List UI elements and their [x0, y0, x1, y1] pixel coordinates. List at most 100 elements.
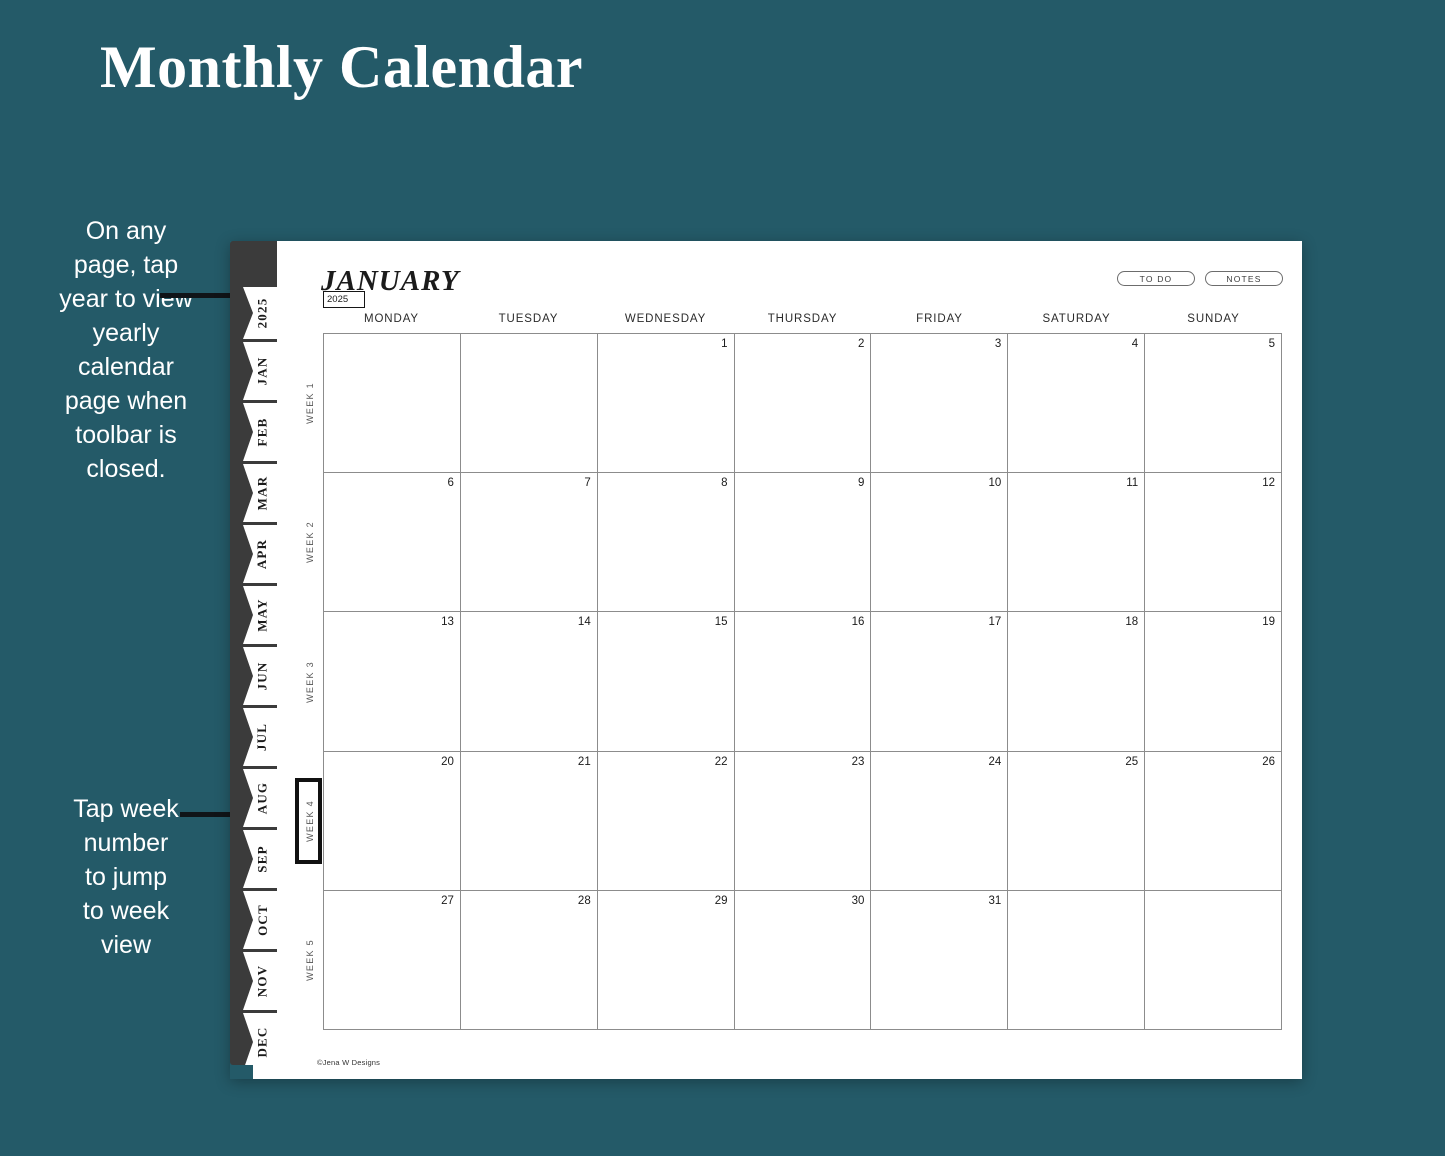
date-number: 8 — [721, 477, 728, 490]
calendar-day-cell[interactable]: 30 — [735, 890, 872, 1030]
month-tab-mar[interactable]: MAR — [243, 464, 277, 522]
date-number: 6 — [447, 477, 454, 490]
calendar-day-cell[interactable]: 11 — [1008, 473, 1146, 612]
calendar-day-cell[interactable]: 7 — [461, 473, 598, 612]
header-button-notes[interactable]: NOTES — [1205, 271, 1283, 286]
calendar-day-cell[interactable]: 28 — [461, 890, 598, 1030]
calendar-week-row: 1 2 3 4 5 — [324, 334, 1283, 474]
week-number-button-1[interactable]: WEEK 1 — [298, 333, 322, 472]
date-number: 5 — [1268, 338, 1276, 350]
month-tab-label: JUL — [254, 722, 270, 752]
date-number: 20 — [441, 755, 454, 768]
week-number-button-5[interactable]: WEEK 5 — [298, 891, 322, 1030]
calendar-day-cell[interactable]: 12 — [1145, 473, 1283, 612]
week-number-label: WEEK 3 — [305, 660, 315, 703]
calendar-day-cell[interactable]: 5 — [1145, 334, 1283, 473]
week-number-button-3[interactable]: WEEK 3 — [298, 612, 322, 751]
week-number-label: WEEK 2 — [305, 521, 315, 564]
month-tab-jun[interactable]: JUN — [243, 647, 277, 705]
calendar-day-cell[interactable]: 31 — [871, 890, 1009, 1030]
calendar-day-cell[interactable]: 8 — [598, 473, 735, 612]
month-tab-nov[interactable]: NOV — [243, 952, 277, 1010]
week-number-button-2[interactable]: WEEK 2 — [298, 472, 322, 611]
calendar-day-cell[interactable]: 13 — [324, 612, 461, 751]
month-tab-list: 2025 JAN FEB MAR APR MAY JUN JUL AUG SEP OCT NOV DEC — [243, 287, 277, 1065]
calendar-week-row: 13 14 15 16 17 18 19 — [324, 612, 1283, 752]
calendar-day-cell[interactable] — [461, 334, 598, 473]
calendar-day-cell[interactable]: 15 — [598, 612, 735, 751]
calendar-day-cell[interactable]: 27 — [324, 890, 461, 1030]
calendar-day-cell[interactable]: 6 — [324, 473, 461, 612]
weekday-header-sunday: SUNDAY — [1187, 313, 1240, 325]
weekday-header-monday: MONDAY — [363, 313, 420, 325]
calendar-day-cell[interactable]: 20 — [324, 751, 461, 890]
date-number: 1 — [721, 338, 728, 350]
annotation-week-tap: Tap week number to jump to week view — [73, 795, 179, 959]
calendar-day-cell[interactable]: 9 — [735, 473, 872, 612]
date-number: 2 — [858, 338, 865, 350]
date-number: 31 — [988, 894, 1002, 907]
month-tab-label: NOV — [254, 964, 270, 998]
month-tab-label: OCT — [254, 904, 270, 936]
calendar-day-cell[interactable]: 14 — [461, 612, 598, 751]
month-tab-feb[interactable]: FEB — [243, 403, 277, 461]
calendar-day-cell[interactable]: 23 — [735, 751, 872, 890]
date-number: 18 — [1125, 616, 1139, 629]
calendar-day-cell[interactable]: 10 — [871, 473, 1009, 612]
calendar-day-cell[interactable] — [324, 334, 461, 473]
date-number: 9 — [858, 477, 865, 490]
calendar-day-cell[interactable]: 16 — [735, 612, 872, 751]
date-number: 11 — [1126, 477, 1139, 490]
weekday-header-thursday: THURSDAY — [767, 313, 838, 325]
date-number: 4 — [1131, 338, 1139, 350]
calendar-grid: 1 2 3 4 5 6 7 8 9 10 11 12 13 14 15 16 17 18 19 20 21 22 23 24 2… — [323, 333, 1283, 1031]
calendar-day-cell[interactable] — [1008, 890, 1146, 1030]
calendar-day-cell[interactable]: 21 — [461, 751, 598, 890]
calendar-week-row: 27 28 29 30 31 — [324, 890, 1283, 1031]
calendar-day-cell[interactable]: 22 — [598, 751, 735, 890]
calendar-day-cell[interactable]: 4 — [1008, 334, 1146, 473]
calendar-day-cell[interactable]: 3 — [871, 334, 1009, 473]
month-tab-may[interactable]: MAY — [243, 586, 277, 644]
month-tab-label: AUG — [254, 781, 270, 815]
weekday-header-wednesday: WEDNESDAY — [624, 313, 707, 325]
month-tab-label: SEP — [254, 845, 270, 873]
month-tab-aug[interactable]: AUG — [243, 769, 277, 827]
calendar-day-cell[interactable]: 24 — [871, 751, 1009, 890]
calendar-week-row: 6 7 8 9 10 11 12 — [324, 473, 1283, 613]
calendar-day-cell[interactable]: 1 — [598, 334, 735, 473]
calendar-day-cell[interactable] — [1145, 890, 1283, 1030]
month-tab-label: MAY — [254, 598, 270, 632]
month-tab-label: 2025 — [254, 297, 270, 329]
weekday-header-row: MONDAY TUESDAY WEDNESDAY THURSDAY FRIDAY SATU… — [323, 313, 1282, 325]
month-tab-sep[interactable]: SEP — [243, 830, 277, 888]
month-tab-2025[interactable]: 2025 — [243, 287, 277, 339]
calendar-day-cell[interactable]: 25 — [1008, 751, 1146, 890]
page-title: Monthly Calendar — [100, 34, 584, 100]
date-number: 17 — [988, 616, 1002, 629]
date-number: 15 — [714, 616, 728, 629]
annotation-year-tap: On any page, tap year to view yearly cal… — [59, 217, 193, 483]
calendar-day-cell[interactable]: 19 — [1145, 612, 1283, 751]
calendar-day-cell[interactable]: 18 — [1008, 612, 1146, 751]
week-number-label: WEEK 1 — [305, 381, 315, 424]
month-tab-jan[interactable]: JAN — [243, 342, 277, 400]
month-tab-label: JAN — [254, 356, 270, 386]
month-tab-dec[interactable]: DEC — [243, 1013, 277, 1065]
month-tab-jul[interactable]: JUL — [243, 708, 277, 766]
date-number: 16 — [851, 616, 865, 629]
date-number: 28 — [577, 894, 591, 907]
date-number: 13 — [441, 616, 454, 629]
calendar-day-cell[interactable]: 29 — [598, 890, 735, 1030]
month-tab-apr[interactable]: APR — [243, 525, 277, 583]
date-number: 14 — [577, 616, 591, 629]
month-tab-oct[interactable]: OCT — [243, 891, 277, 949]
calendar-day-cell[interactable]: 26 — [1145, 751, 1283, 890]
header-button-group: TO DO NOTES — [1117, 271, 1283, 286]
header-button-to-do[interactable]: TO DO — [1117, 271, 1195, 286]
week-number-button-4[interactable]: WEEK 4 — [295, 751, 322, 890]
week-label-column: WEEK 1 WEEK 2 WEEK 3 WEEK 4 WEEK 5 — [295, 333, 322, 1030]
calendar-day-cell[interactable]: 2 — [735, 334, 872, 473]
year-button[interactable]: 2025 — [323, 291, 365, 308]
calendar-day-cell[interactable]: 17 — [871, 612, 1009, 751]
